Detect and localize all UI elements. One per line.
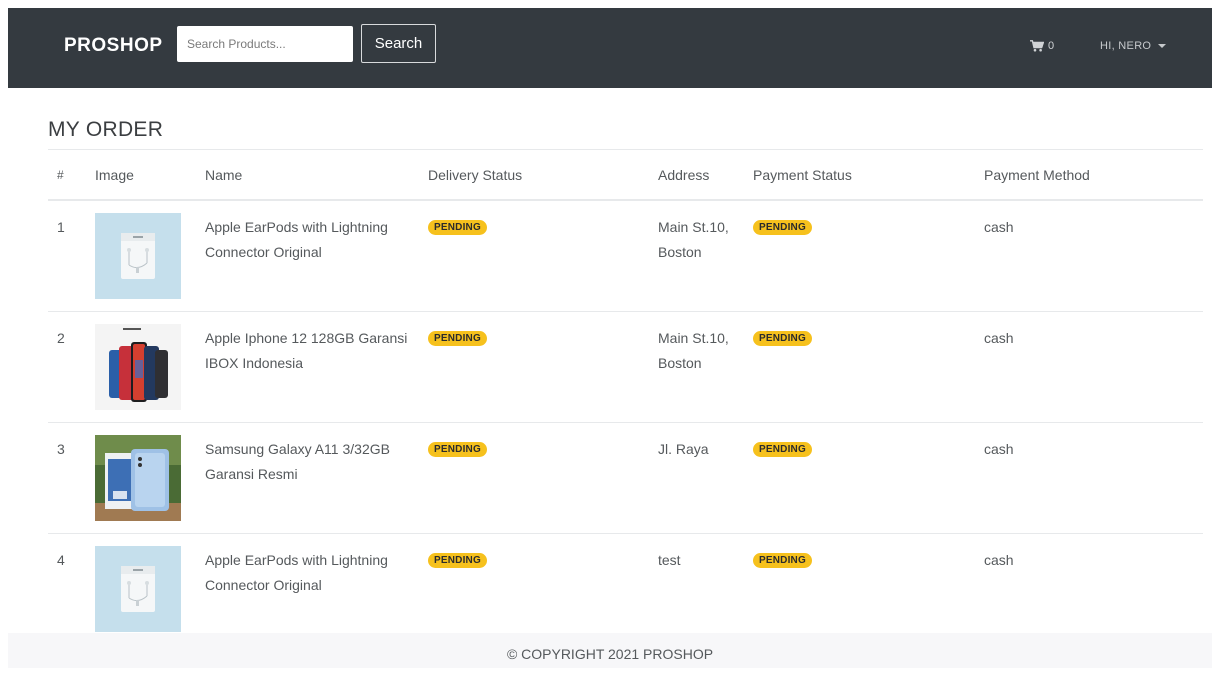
product-name: Apple EarPods with Lightning Connector O… [205, 199, 428, 311]
search-input[interactable] [177, 26, 353, 62]
order-number: 3 [48, 421, 95, 533]
delivery-status-badge: PENDING [428, 220, 487, 235]
caret-down-icon [1158, 44, 1167, 48]
order-number: 4 [48, 532, 95, 644]
earpods-product-image [95, 545, 181, 632]
iphone-12-product-image [95, 323, 181, 410]
order-address: test [658, 532, 753, 644]
footer: © COPYRIGHT 2021 PROSHOP [8, 633, 1212, 668]
page-title: MY ORDER [48, 118, 164, 141]
payment-method: cash [984, 421, 1203, 533]
product-name: Samsung Galaxy A11 3/32GB Garansi Resmi [205, 421, 428, 533]
table-row: 2 Apple Iphone 12 128GB Garansi IBOX Ind… [48, 310, 1203, 422]
copyright-text: © COPYRIGHT 2021 PROSHOP [506, 646, 714, 662]
product-name: Apple EarPods with Lightning Connector O… [205, 532, 428, 644]
earpods-product-image [95, 213, 181, 299]
payment-method: cash [984, 199, 1203, 311]
payment-status-badge: PENDING [753, 330, 812, 346]
header-number: # [48, 149, 95, 201]
order-number: 1 [48, 199, 95, 311]
delivery-status-badge: PENDING [428, 552, 487, 568]
shopping-cart-icon [1030, 40, 1044, 52]
header-payment-method: Payment Method [984, 149, 1203, 201]
delivery-status-badge: PENDING [428, 441, 487, 457]
product-name: Apple Iphone 12 128GB Garansi IBOX Indon… [205, 310, 428, 422]
order-address: Jl. Raya [658, 421, 753, 533]
brand-logo-link[interactable]: PROSHOP [64, 34, 163, 58]
table-row: 4 Apple EarPods with Lightning Connector… [48, 532, 1203, 644]
cart-link[interactable]: 0 [1030, 38, 1054, 54]
payment-method: cash [984, 310, 1203, 422]
header-image: Image [95, 149, 205, 201]
table-header-row: # Image Name Delivery Status Address Pay… [48, 149, 1203, 201]
header-address: Address [658, 149, 753, 201]
delivery-status-badge: PENDING [428, 330, 487, 346]
table-row: 1 Apple EarPods with Lightning Connector… [48, 199, 1203, 311]
search-button[interactable]: Search [361, 24, 436, 63]
orders-table: # Image Name Delivery Status Address Pay… [48, 149, 1203, 644]
navbar: PROSHOP Search 0 HI, NERO [8, 8, 1212, 88]
header-payment-status: Payment Status [753, 149, 984, 201]
order-address: Main St.10, Boston [658, 310, 753, 422]
header-delivery-status: Delivery Status [428, 149, 658, 201]
cart-count: 0 [1048, 40, 1055, 52]
order-number: 2 [48, 310, 95, 422]
table-row: 3 Samsung Galaxy A11 3/32GB Garansi Resm… [48, 421, 1203, 533]
user-menu-dropdown[interactable]: HI, NERO [1100, 38, 1167, 54]
header-name: Name [205, 149, 428, 201]
payment-status-badge: PENDING [753, 220, 812, 235]
user-menu-label: HI, NERO [1100, 40, 1152, 52]
payment-method: cash [984, 532, 1203, 644]
order-address: Main St.10, Boston [658, 199, 753, 311]
payment-status-badge: PENDING [753, 552, 812, 568]
galaxy-a11-product-image [95, 434, 181, 521]
payment-status-badge: PENDING [753, 441, 812, 457]
